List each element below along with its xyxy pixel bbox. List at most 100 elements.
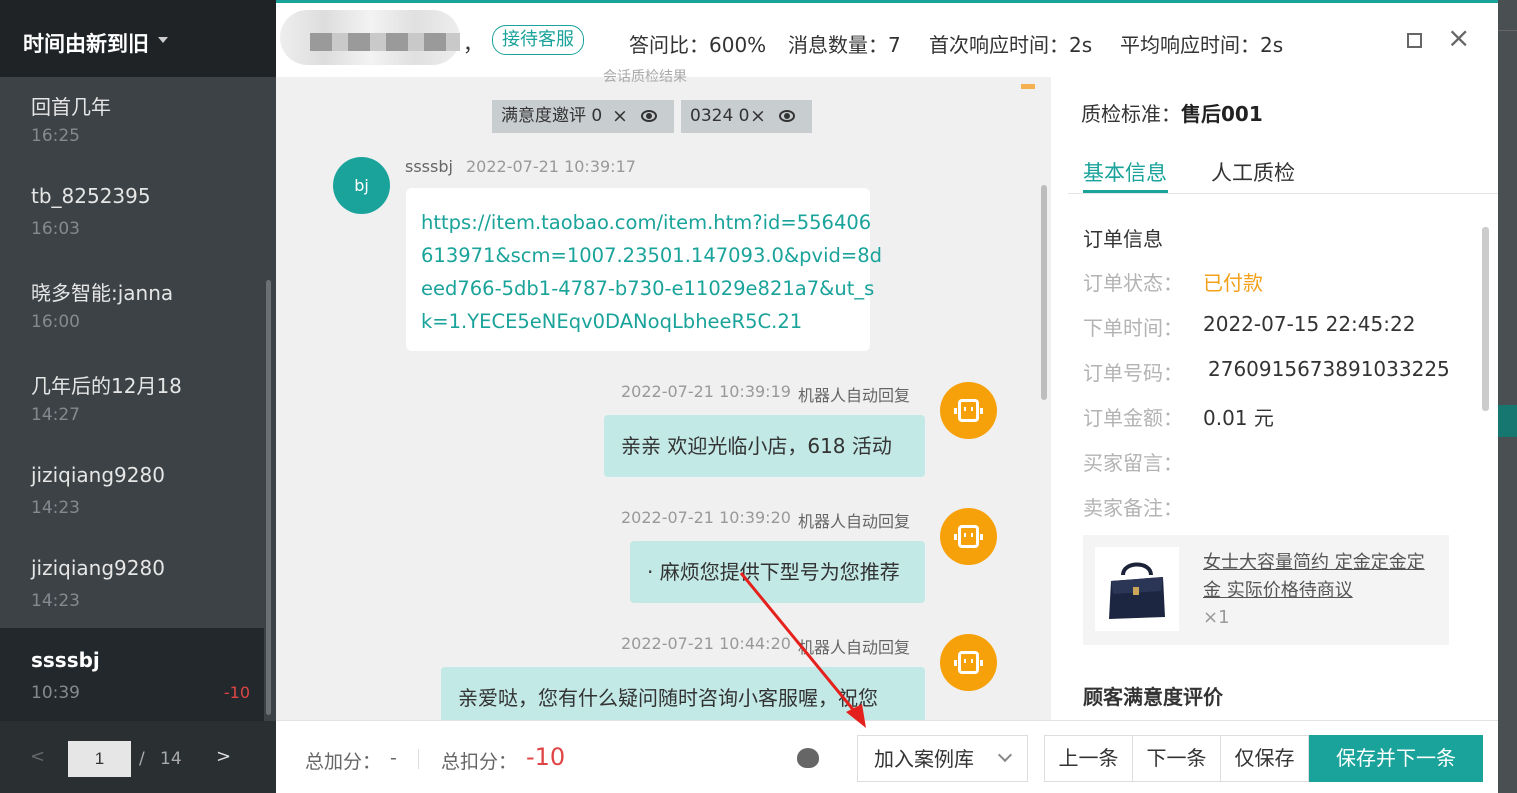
background-line bbox=[1498, 30, 1517, 31]
footer-divider bbox=[418, 749, 419, 769]
bot-message-bubble: · 麻烦您提供下型号为您推荐 bbox=[630, 541, 925, 603]
stat-first-response: 首次响应时间：2s bbox=[929, 33, 1093, 57]
bot-message-time: 2022-07-21 10:39:19 bbox=[621, 382, 791, 401]
order-amount-value: 0.01 元 bbox=[1203, 406, 1274, 430]
blurred-mosaic bbox=[310, 33, 460, 51]
product-quantity: ×1 bbox=[1203, 607, 1230, 628]
session-time: 14:23 bbox=[31, 498, 80, 518]
page-input[interactable] bbox=[68, 741, 131, 777]
next-button[interactable]: 下一条 bbox=[1132, 735, 1221, 782]
page-slash: / bbox=[139, 749, 145, 769]
bot-message-label: 机器人自动回复 bbox=[798, 512, 911, 531]
agent-badge: 接待客服 bbox=[492, 25, 584, 55]
session-name: tb_8252395 bbox=[31, 184, 151, 208]
session-name: ssssbj bbox=[31, 648, 100, 672]
session-name: jiziqiang9280 bbox=[31, 463, 165, 487]
info-scrollbar[interactable] bbox=[1482, 227, 1489, 411]
session-time: 14:23 bbox=[31, 591, 80, 611]
tag-label: 满意度邀评 0 bbox=[501, 106, 603, 126]
sidebar-scrollbar[interactable] bbox=[266, 280, 271, 715]
header-comma: ， bbox=[463, 32, 483, 56]
robot-icon bbox=[954, 399, 979, 422]
qc-standard-label: 质检标准： bbox=[1081, 102, 1181, 126]
message-link-line[interactable]: eed766-5db1-4787-b730-e11029e821a7&ut_s bbox=[421, 272, 874, 305]
background-window-edge bbox=[1498, 0, 1517, 793]
session-item-active[interactable]: ssssbj 10:39 -10 bbox=[0, 628, 264, 721]
session-item[interactable]: 几年后的12月18 14:27 bbox=[0, 356, 264, 449]
seller-note-label: 卖家备注： bbox=[1083, 496, 1183, 520]
robot-icon bbox=[954, 651, 979, 674]
save-and-next-button[interactable]: 保存并下一条 bbox=[1309, 735, 1483, 782]
satisfaction-title: 顾客满意度评价 bbox=[1083, 685, 1223, 709]
buyer-note-label: 买家留言： bbox=[1083, 451, 1183, 475]
chat-scrollbar[interactable] bbox=[1041, 185, 1047, 400]
session-sidebar: 时间由新到旧 回首几年 16:25 tb_8252395 16:03 晓多智能:… bbox=[0, 0, 276, 793]
bot-message-label: 机器人自动回复 bbox=[798, 386, 911, 405]
caret-down-icon bbox=[158, 37, 168, 43]
stat-qa-ratio: 答问比：600% bbox=[629, 33, 767, 57]
message-link-line[interactable]: https://item.taobao.com/item.htm?id=5564… bbox=[421, 206, 871, 239]
close-icon[interactable]: × bbox=[1447, 24, 1470, 52]
qc-standard-value: 售后001 bbox=[1181, 102, 1263, 126]
customer-name: ssssbj bbox=[405, 157, 453, 176]
total-deduct-value: -10 bbox=[526, 743, 566, 771]
session-item[interactable]: tb_8252395 16:03 bbox=[0, 170, 264, 263]
bot-avatar bbox=[940, 634, 997, 691]
section-title-cutoff: 会话质检结果 bbox=[603, 69, 687, 85]
customer-message-time: 2022-07-21 10:39:17 bbox=[466, 157, 636, 176]
prev-button[interactable]: 上一条 bbox=[1044, 735, 1133, 782]
order-number-label: 订单号码： bbox=[1083, 361, 1183, 385]
total-add-label: 总加分： bbox=[305, 751, 382, 773]
bot-avatar bbox=[940, 508, 997, 565]
product-name-link[interactable]: 女士大容量简约 定金定金定金 实际价格待商议 bbox=[1203, 549, 1435, 605]
session-time: 14:27 bbox=[31, 405, 80, 425]
session-item[interactable]: jiziqiang9280 14:23 bbox=[0, 449, 264, 542]
prev-page-button[interactable]: < bbox=[30, 746, 45, 767]
message-link-line[interactable]: 613971&scm=1007.23501.147093.0&pvid=8d bbox=[421, 239, 882, 272]
session-name: 晓多智能:janna bbox=[31, 281, 174, 305]
background-highlight bbox=[1498, 405, 1517, 437]
session-item[interactable]: 晓多智能:janna 16:00 bbox=[0, 263, 264, 356]
session-item[interactable]: 回首几年 16:25 bbox=[0, 77, 264, 170]
session-time: 16:03 bbox=[31, 219, 80, 239]
customer-avatar: bj bbox=[333, 157, 390, 214]
bot-message-label: 机器人自动回复 bbox=[798, 638, 911, 657]
save-only-button[interactable]: 仅保存 bbox=[1220, 735, 1309, 782]
message-link-line[interactable]: k=1.YECE5eNEqv0DANoqLbheeR5C.21 bbox=[421, 305, 855, 338]
bot-message-time: 2022-07-21 10:39:20 bbox=[621, 508, 791, 527]
session-time: 10:39 bbox=[31, 683, 80, 703]
orange-marker bbox=[1021, 84, 1035, 89]
stat-avg-response: 平均响应时间：2s bbox=[1120, 33, 1284, 57]
eye-icon[interactable] bbox=[641, 110, 657, 122]
mascot-icon[interactable] bbox=[797, 748, 819, 768]
next-page-button[interactable]: > bbox=[216, 746, 231, 767]
session-score: -10 bbox=[223, 683, 250, 702]
tab-basic-info[interactable]: 基本信息 bbox=[1083, 157, 1167, 187]
quality-tag: 满意度邀评 0 × bbox=[492, 100, 674, 133]
stat-message-count: 消息数量：7 bbox=[788, 33, 901, 57]
session-item[interactable]: jiziqiang9280 14:23 bbox=[0, 542, 264, 635]
order-time-value: 2022-07-15 22:45:22 bbox=[1203, 312, 1416, 336]
order-number-value: 276091567389103322​5 bbox=[1208, 357, 1450, 381]
remove-tag-icon[interactable]: × bbox=[612, 100, 628, 133]
maximize-icon[interactable] bbox=[1407, 33, 1422, 48]
order-section-title: 订单信息 bbox=[1083, 227, 1163, 251]
bot-message-time: 2022-07-21 10:44:20 bbox=[621, 634, 791, 653]
remove-tag-icon[interactable]: × bbox=[750, 100, 766, 133]
bot-message-bubble: 亲亲 欢迎光临小店，618 活动 bbox=[604, 415, 925, 477]
eye-icon[interactable] bbox=[779, 110, 795, 122]
qc-standard: 质检标准：售后001 bbox=[1081, 98, 1263, 127]
tab-manual-qc[interactable]: 人工质检 bbox=[1211, 157, 1295, 187]
sort-dropdown[interactable]: 时间由新到旧 bbox=[0, 0, 276, 77]
order-time-label: 下单时间： bbox=[1083, 316, 1183, 340]
quality-tag: 0324 0 × bbox=[681, 100, 812, 133]
session-time: 16:25 bbox=[31, 126, 80, 146]
product-card: 女士大容量简约 定金定金定金 实际价格待商议 ×1 bbox=[1083, 535, 1449, 645]
session-name: 回首几年 bbox=[31, 95, 111, 119]
handbag-image bbox=[1095, 547, 1179, 631]
bot-avatar bbox=[940, 382, 997, 439]
sort-label: 时间由新到旧 bbox=[23, 32, 149, 56]
robot-icon bbox=[954, 525, 979, 548]
customer-message-bubble: https://item.taobao.com/item.htm?id=5564… bbox=[406, 188, 882, 351]
bot-message-bubble: 亲爱哒，您有什么疑问随时咨询小客服喔，祝您 bbox=[441, 667, 925, 720]
